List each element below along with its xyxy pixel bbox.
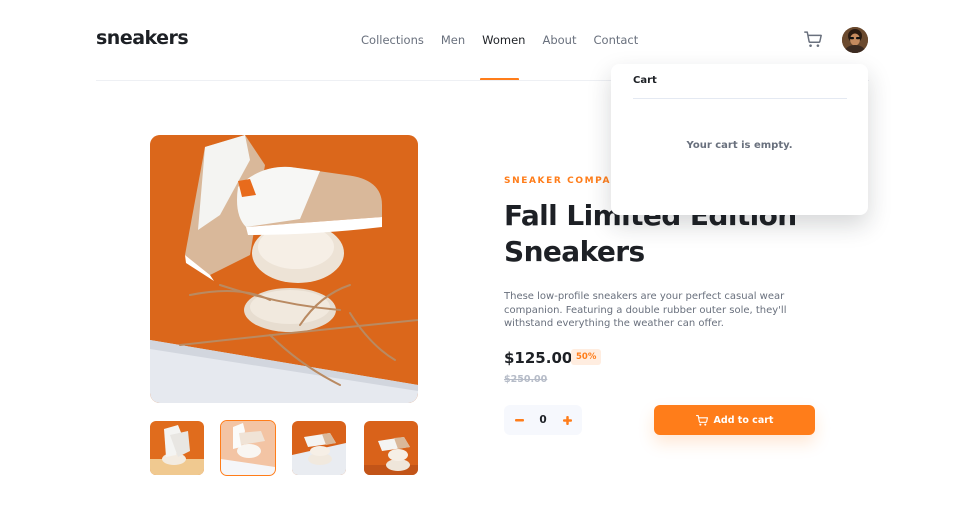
logo[interactable]: sneakers bbox=[96, 27, 189, 49]
cart-icon bbox=[695, 414, 708, 426]
product-description: These low-profile sneakers are your perf… bbox=[504, 291, 787, 329]
quantity-value: 0 bbox=[539, 414, 547, 426]
minus-icon[interactable] bbox=[512, 413, 526, 427]
cart-icon[interactable] bbox=[804, 31, 822, 48]
discount-badge: 50% bbox=[571, 349, 602, 365]
original-price: $250.00 bbox=[504, 374, 548, 385]
add-to-cart-button[interactable]: Add to cart bbox=[654, 405, 815, 435]
cart-empty-message: Your cart is empty. bbox=[686, 140, 793, 151]
nav-item-about[interactable]: About bbox=[542, 33, 576, 47]
add-to-cart-label: Add to cart bbox=[713, 414, 774, 426]
nav-item-collections[interactable]: Collections bbox=[361, 33, 424, 47]
thumbnail-3[interactable] bbox=[292, 421, 346, 475]
cart-title: Cart bbox=[633, 75, 657, 86]
plus-icon[interactable] bbox=[560, 413, 574, 427]
company-label: SNEAKER COMPANY bbox=[504, 176, 629, 186]
thumbnail-2[interactable] bbox=[220, 420, 276, 476]
thumbnail-4[interactable] bbox=[364, 421, 418, 475]
nav-item-contact[interactable]: Contact bbox=[594, 33, 639, 47]
main-nav: Collections Men Women About Contact bbox=[361, 33, 655, 47]
thumbnail-1[interactable] bbox=[150, 421, 204, 475]
nav-item-women[interactable]: Women bbox=[482, 33, 525, 47]
quantity-stepper: 0 bbox=[504, 405, 582, 435]
product-main-image[interactable] bbox=[150, 135, 418, 403]
cart-popover: Cart Your cart is empty. bbox=[611, 64, 868, 215]
nav-item-men[interactable]: Men bbox=[441, 33, 465, 47]
avatar[interactable] bbox=[842, 27, 868, 53]
current-price: $125.00 bbox=[504, 349, 573, 367]
cart-divider bbox=[633, 98, 847, 99]
